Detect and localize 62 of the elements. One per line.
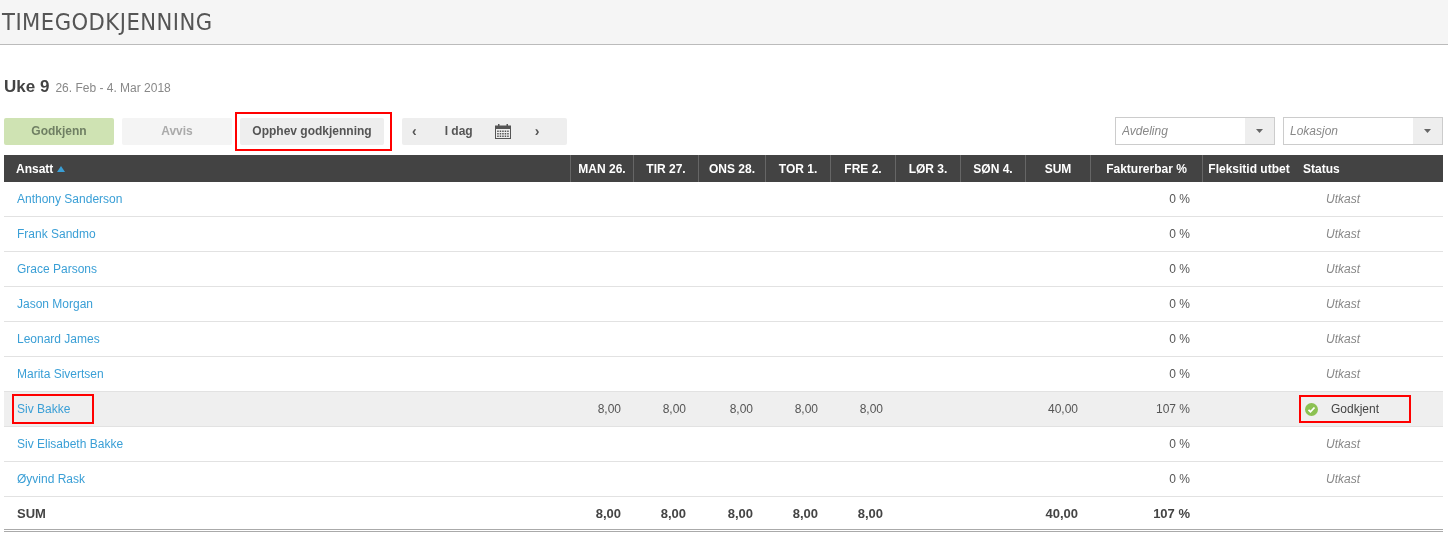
page-title: TIMEGODKJENNING: [2, 9, 213, 35]
table-cell: 8,00: [597, 402, 621, 416]
total-cell: 8,00: [857, 505, 883, 521]
status-label: Godkjent: [1331, 402, 1380, 416]
column-header[interactable]: Fakturerbar %: [1090, 155, 1202, 182]
table-cell: 0 %: [1169, 367, 1190, 381]
table-cell: 0 %: [1169, 472, 1190, 486]
table-row[interactable]: Jason Morgan 0 % Utkast: [4, 287, 1443, 322]
previous-button[interactable]: ‹: [402, 117, 427, 145]
table-cell: 8,00: [859, 402, 883, 416]
status-label: Utkast: [1326, 262, 1360, 276]
status-label: Utkast: [1326, 227, 1360, 241]
total-label: SUM: [17, 505, 46, 521]
total-cell: 8,00: [595, 505, 621, 521]
table-cell: 0 %: [1169, 437, 1190, 451]
table-cell: 0 %: [1169, 332, 1190, 346]
column-header[interactable]: LØR 3.: [895, 155, 960, 182]
table-row[interactable]: Grace Parsons 0 % Utkast: [4, 252, 1443, 287]
today-button[interactable]: I dag: [426, 117, 495, 145]
table-cell: 0 %: [1169, 192, 1190, 206]
status-label: Utkast: [1326, 437, 1360, 451]
table-cell: 8,00: [729, 402, 753, 416]
column-header[interactable]: ONS 28.: [698, 155, 765, 182]
column-header[interactable]: TOR 1.: [765, 155, 830, 182]
total-cell: 40,00: [1045, 505, 1078, 521]
column-header[interactable]: Ansatt: [4, 155, 570, 182]
total-cell: 8,00: [792, 505, 818, 521]
total-cell: 107 %: [1153, 505, 1190, 521]
table-cell: 107 %: [1155, 402, 1190, 416]
total-cell: 8,00: [727, 505, 753, 521]
table-cell: 8,00: [662, 402, 686, 416]
column-header[interactable]: SØN 4.: [960, 155, 1025, 182]
table-row[interactable]: Siv Elisabeth Bakke 0 % Utkast: [4, 427, 1443, 462]
week-label: Uke 9: [4, 77, 50, 97]
status-label: Utkast: [1326, 367, 1360, 381]
table-row[interactable]: Leonard James 0 % Utkast: [4, 322, 1443, 357]
column-header[interactable]: MAN 26.: [570, 155, 633, 182]
column-header[interactable]: SUM: [1025, 155, 1090, 182]
status-label: Utkast: [1326, 192, 1360, 206]
action-button[interactable]: Opphev godkjenning: [240, 117, 384, 145]
next-button[interactable]: ›: [524, 117, 550, 145]
column-header[interactable]: TIR 27.: [633, 155, 698, 182]
status-label: Utkast: [1326, 472, 1360, 486]
table-cell: 8,00: [794, 402, 818, 416]
table-row[interactable]: Siv Bakke 8,00 8,00 8,00 8,00 8,00 40,00 107 % Godkjent: [4, 392, 1443, 427]
column-header[interactable]: FRE 2.: [830, 155, 895, 182]
status-label: Utkast: [1326, 297, 1360, 311]
total-cell: 8,00: [660, 505, 686, 521]
table-cell: 40,00: [1047, 402, 1078, 416]
table-row[interactable]: Frank Sandmo 0 % Utkast: [4, 217, 1443, 252]
calendar-icon[interactable]: [494, 123, 511, 139]
week-range: 26. Feb - 4. Mar 2018: [55, 81, 171, 95]
table-cell: 0 %: [1169, 297, 1190, 311]
check-icon: [1305, 402, 1318, 416]
table-row[interactable]: Øyvind Rask 0 % Utkast: [4, 462, 1443, 497]
table-cell: 0 %: [1169, 227, 1190, 241]
column-header[interactable]: Status: [1295, 155, 1443, 182]
table-row[interactable]: Anthony Sanderson 0 % Utkast: [4, 182, 1443, 217]
sort-ascending-icon: [57, 165, 66, 172]
status-label: Utkast: [1326, 332, 1360, 346]
column-header[interactable]: Fleksitid utbet: [1202, 155, 1295, 182]
table-cell: 0 %: [1169, 262, 1190, 276]
